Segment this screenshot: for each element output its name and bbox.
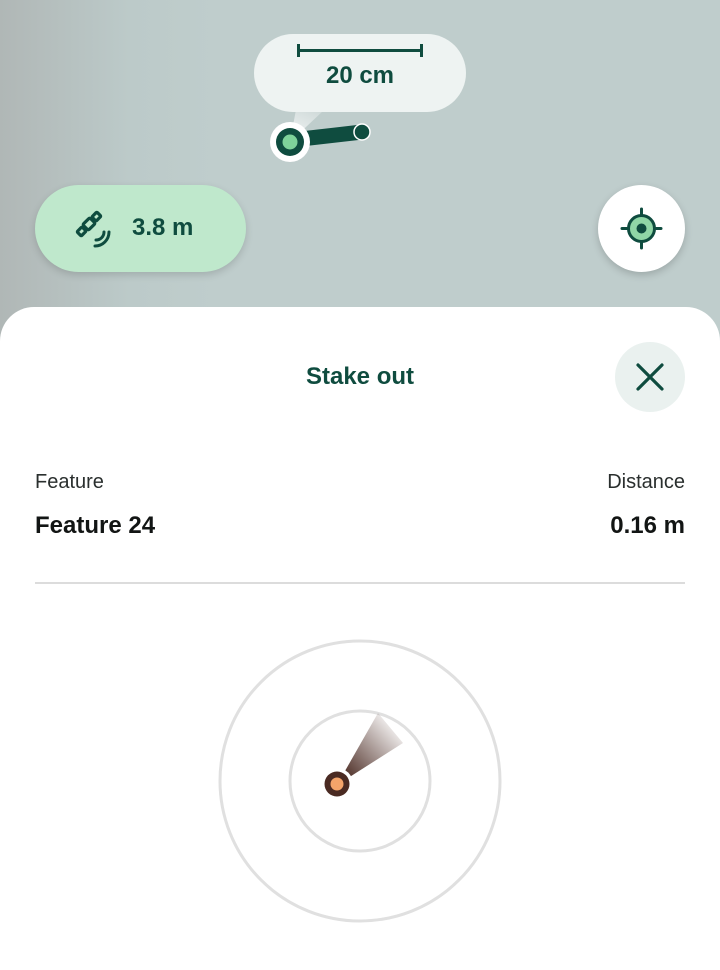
stakeout-panel: Stake out Feature Distance Feature 24 0.…: [0, 307, 720, 970]
panel-title: Stake out: [305, 363, 415, 390]
distance-value: 0.16 m: [610, 512, 685, 539]
divider: [35, 582, 685, 584]
scale-indicator: 20 cm: [254, 34, 466, 112]
feature-label: Feature: [35, 471, 104, 493]
target-point: [353, 123, 371, 141]
gps-accuracy-button[interactable]: 3.8 m: [35, 185, 246, 272]
map-view[interactable]: 20 cm 3.8 m: [0, 0, 720, 360]
close-icon: [636, 363, 664, 391]
satellite-icon: [75, 210, 111, 248]
inner-ring: [288, 709, 432, 853]
stakeout-compass: [218, 639, 502, 923]
scale-bar: [297, 44, 423, 58]
scale-label: 20 cm: [325, 62, 395, 89]
crosshair-icon: [620, 207, 663, 250]
locate-button[interactable]: [598, 185, 685, 272]
outer-ring: [218, 639, 502, 923]
close-button[interactable]: [615, 342, 685, 412]
feature-value: Feature 24: [35, 512, 156, 539]
distance-label: Distance: [607, 471, 685, 493]
gps-accuracy-label: 3.8 m: [132, 214, 194, 241]
